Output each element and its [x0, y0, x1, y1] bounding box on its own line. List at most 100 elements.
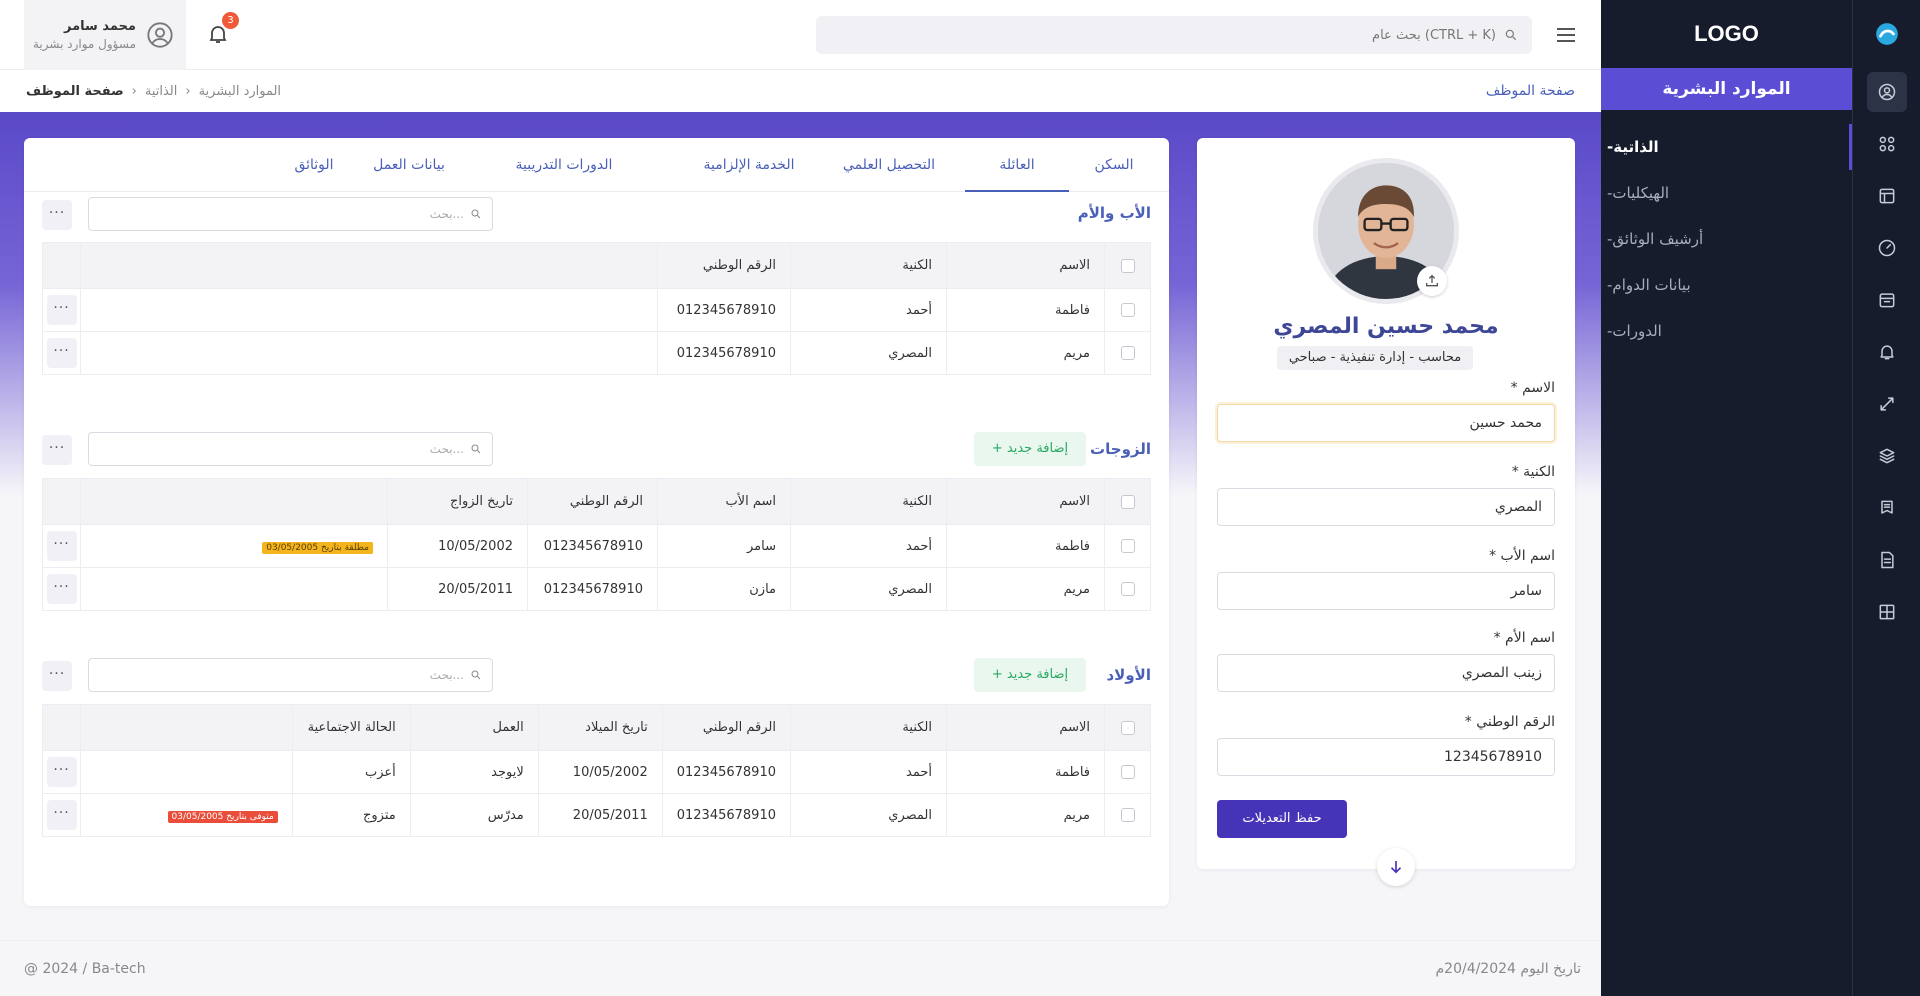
parents-search-input[interactable]: بحث... [88, 197, 493, 231]
spouses-more-button[interactable]: ··· [42, 435, 72, 465]
sidebar-item-label: بيانات الدوام [1612, 276, 1691, 294]
children-search-input[interactable]: بحث... [88, 658, 493, 692]
user-circle-icon[interactable] [1866, 72, 1907, 112]
tab-training-courses[interactable]: الدورات التدريبية [484, 138, 644, 192]
tab-housing[interactable]: السكن [1079, 138, 1149, 192]
father-name-field[interactable]: سامر [1217, 572, 1555, 610]
select-all-checkbox[interactable] [1120, 720, 1135, 735]
table-header-row: الاسم الكنية الرقم الوطني [42, 242, 1151, 289]
column-header: اسم الأب [657, 478, 791, 525]
column-header: الاسم [946, 704, 1105, 751]
upload-photo-button[interactable] [1417, 266, 1447, 296]
cell-national-id: 012345678910 [661, 793, 792, 837]
row-checkbox[interactable] [1120, 539, 1135, 553]
book-icon[interactable] [1867, 488, 1907, 528]
parents-more-button[interactable]: ··· [42, 200, 72, 230]
user-menu[interactable]: محمد سامر مسؤول موارد بشرية [24, 0, 186, 70]
cell-surname: أحمد [790, 750, 947, 794]
tabs-bar: السكن العائلة التحصيل العلمي الخدمة الإل… [24, 138, 1169, 192]
grid-icon[interactable] [1867, 124, 1907, 164]
notifications-button[interactable]: 3 [206, 12, 239, 50]
column-header: العمل [409, 704, 539, 751]
cell-national-id: 012345678910 [661, 750, 792, 794]
sidebar-item-label: الذاتية [1613, 138, 1659, 156]
main-area: محمد سامر مسؤول موارد بشرية 3 بحث عام (C… [0, 0, 1601, 996]
sidebar-item-archive[interactable]: أرشيف الوثائق - [1601, 216, 1852, 262]
cell-surname: المصري [790, 567, 947, 611]
row-more-button[interactable]: ··· [46, 531, 77, 561]
tab-documents[interactable]: الوثائق [274, 138, 354, 192]
breadcrumb-root[interactable]: الموارد البشرية [199, 84, 281, 99]
section-title[interactable]: الموارد البشرية [1601, 68, 1852, 110]
cell-surname: أحمد [790, 288, 947, 332]
row-checkbox[interactable] [1120, 346, 1135, 360]
column-header: الرقم الوطني [527, 478, 658, 525]
tab-military-service[interactable]: الخدمة الإلزامية [684, 138, 814, 192]
breadcrumb-mid[interactable]: الذاتية [145, 84, 178, 99]
status-badge: مطلقة بتاريخ 03/05/2005 [262, 541, 373, 554]
add-child-button[interactable]: + إضافة جديد [974, 658, 1086, 692]
notification-badge: 3 [222, 12, 239, 29]
national-id-label: الرقم الوطني * [1464, 714, 1555, 730]
spouses-search-input[interactable]: بحث... [88, 432, 493, 466]
table-icon[interactable] [1867, 592, 1907, 632]
row-checkbox[interactable] [1120, 765, 1135, 779]
gauge-icon[interactable] [1867, 228, 1907, 268]
sidebar-item-self[interactable]: الذاتية - [1601, 124, 1852, 170]
cell-surname: المصري [790, 331, 947, 375]
sidebar-item-structures[interactable]: الهيكليات - [1601, 170, 1852, 216]
cell-father-name: مازن [657, 567, 791, 611]
sidebar-item-attendance[interactable]: بيانات الدوام - [1601, 262, 1852, 308]
cell-national-id: 012345678910 [657, 288, 791, 332]
row-more-button[interactable]: ··· [46, 338, 77, 368]
mother-name-field[interactable]: زينب المصري [1217, 654, 1555, 692]
menu-toggle-button[interactable] [1554, 24, 1578, 46]
save-button[interactable]: حفظ التعديلات [1217, 800, 1347, 838]
scroll-down-button[interactable] [1377, 848, 1415, 886]
cell-job: لايوجد [409, 750, 539, 794]
name-field[interactable]: محمد حسين [1217, 404, 1555, 442]
arrow-down-icon [1390, 861, 1402, 874]
logo: LOGO [1694, 21, 1759, 46]
breadcrumb-bar: صفحة الموظف › الذاتية › الموارد البشرية … [0, 70, 1601, 112]
search-icon [471, 444, 481, 454]
national-id-field[interactable]: 12345678910 [1217, 738, 1555, 776]
row-more-button[interactable]: ··· [46, 757, 77, 787]
profile-card: محمد حسين المصري محاسب - إدارة تنفيذية -… [1197, 138, 1575, 869]
cell-birth-date: 10/05/2002 [537, 750, 663, 794]
select-all-checkbox[interactable] [1120, 258, 1135, 273]
row-checkbox[interactable] [1120, 582, 1135, 596]
column-header: الكنية [790, 478, 947, 525]
row-more-button[interactable]: ··· [46, 800, 77, 830]
employee-role-badge: محاسب - إدارة تنفيذية - صباحي [1277, 346, 1473, 370]
row-checkbox[interactable] [1120, 303, 1135, 317]
children-more-button[interactable]: ··· [42, 661, 72, 691]
report-icon[interactable] [1867, 540, 1907, 580]
spouses-table: الاسم الكنية اسم الأب الرقم الوطني تاريخ… [42, 478, 1151, 611]
layout-icon[interactable] [1867, 176, 1907, 216]
add-spouse-button[interactable]: + إضافة جديد [974, 432, 1086, 466]
cell-marital-status: متزوج [291, 793, 411, 837]
layers-icon[interactable] [1867, 436, 1907, 476]
sidebar-item-label: أرشيف الوثائق [1612, 230, 1704, 248]
select-all-checkbox[interactable] [1120, 494, 1135, 509]
employee-name: محمد حسين المصري [1273, 314, 1499, 339]
table-row: فاطمة أحمد 012345678910 10/05/2002 لايوج… [42, 750, 1151, 794]
user-name: محمد سامر [64, 19, 136, 34]
children-title: الأولاد [1106, 666, 1151, 684]
tab-work-data[interactable]: بيانات العمل [354, 138, 464, 192]
row-more-button[interactable]: ··· [46, 574, 77, 604]
sidebar-item-courses[interactable]: الدورات - [1601, 308, 1852, 354]
tools-icon[interactable] [1867, 384, 1907, 424]
tab-family[interactable]: العائلة [965, 138, 1069, 192]
row-checkbox[interactable] [1120, 808, 1135, 822]
row-more-button[interactable]: ··· [46, 295, 77, 325]
parents-table: الاسم الكنية الرقم الوطني فاطمة أحمد 012… [42, 242, 1151, 375]
table-row: مريم المصري 012345678910 20/05/2011 مدرّ… [42, 793, 1151, 837]
global-search-input[interactable]: بحث عام (CTRL + K) [816, 16, 1532, 54]
column-header: الرقم الوطني [657, 242, 791, 289]
calendar-icon[interactable] [1867, 280, 1907, 320]
surname-field[interactable]: المصري [1217, 488, 1555, 526]
bell-icon[interactable] [1867, 332, 1907, 372]
tab-education[interactable]: التحصيل العلمي [824, 138, 954, 192]
